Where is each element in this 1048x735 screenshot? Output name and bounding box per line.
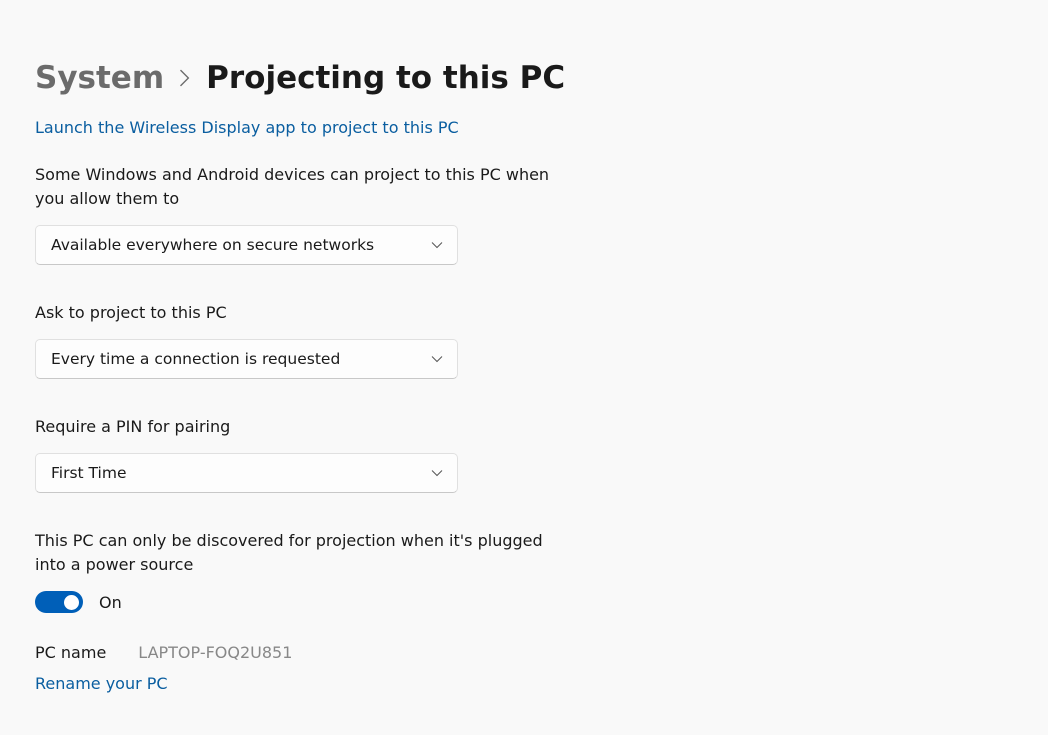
pin-label: Require a PIN for pairing: [35, 415, 575, 439]
chevron-down-icon: [431, 239, 443, 251]
chevron-down-icon: [431, 467, 443, 479]
availability-dropdown[interactable]: Available everywhere on secure networks: [35, 225, 458, 265]
availability-value: Available everywhere on secure networks: [51, 236, 374, 254]
power-toggle[interactable]: [35, 591, 83, 613]
chevron-down-icon: [431, 353, 443, 365]
power-setting: This PC can only be discovered for proje…: [35, 529, 1048, 613]
page-title: Projecting to this PC: [206, 60, 565, 96]
pin-value: First Time: [51, 464, 126, 482]
breadcrumb-parent[interactable]: System: [35, 60, 164, 96]
pc-name-label: PC name: [35, 643, 106, 662]
pc-name-row: PC name LAPTOP-FOQ2U851: [35, 643, 1048, 662]
pin-dropdown[interactable]: First Time: [35, 453, 458, 493]
rename-pc-link[interactable]: Rename your PC: [35, 674, 168, 693]
launch-wireless-display-link[interactable]: Launch the Wireless Display app to proje…: [35, 118, 459, 137]
ask-value: Every time a connection is requested: [51, 350, 340, 368]
ask-dropdown[interactable]: Every time a connection is requested: [35, 339, 458, 379]
breadcrumb: System Projecting to this PC: [35, 60, 1048, 96]
availability-setting: Some Windows and Android devices can pro…: [35, 163, 1048, 265]
availability-label: Some Windows and Android devices can pro…: [35, 163, 575, 211]
chevron-right-icon: [178, 69, 192, 87]
ask-label: Ask to project to this PC: [35, 301, 575, 325]
pin-setting: Require a PIN for pairing First Time: [35, 415, 1048, 493]
pc-name-value: LAPTOP-FOQ2U851: [138, 643, 292, 662]
power-label: This PC can only be discovered for proje…: [35, 529, 575, 577]
toggle-knob: [64, 595, 79, 610]
power-toggle-state: On: [99, 593, 122, 612]
ask-setting: Ask to project to this PC Every time a c…: [35, 301, 1048, 379]
